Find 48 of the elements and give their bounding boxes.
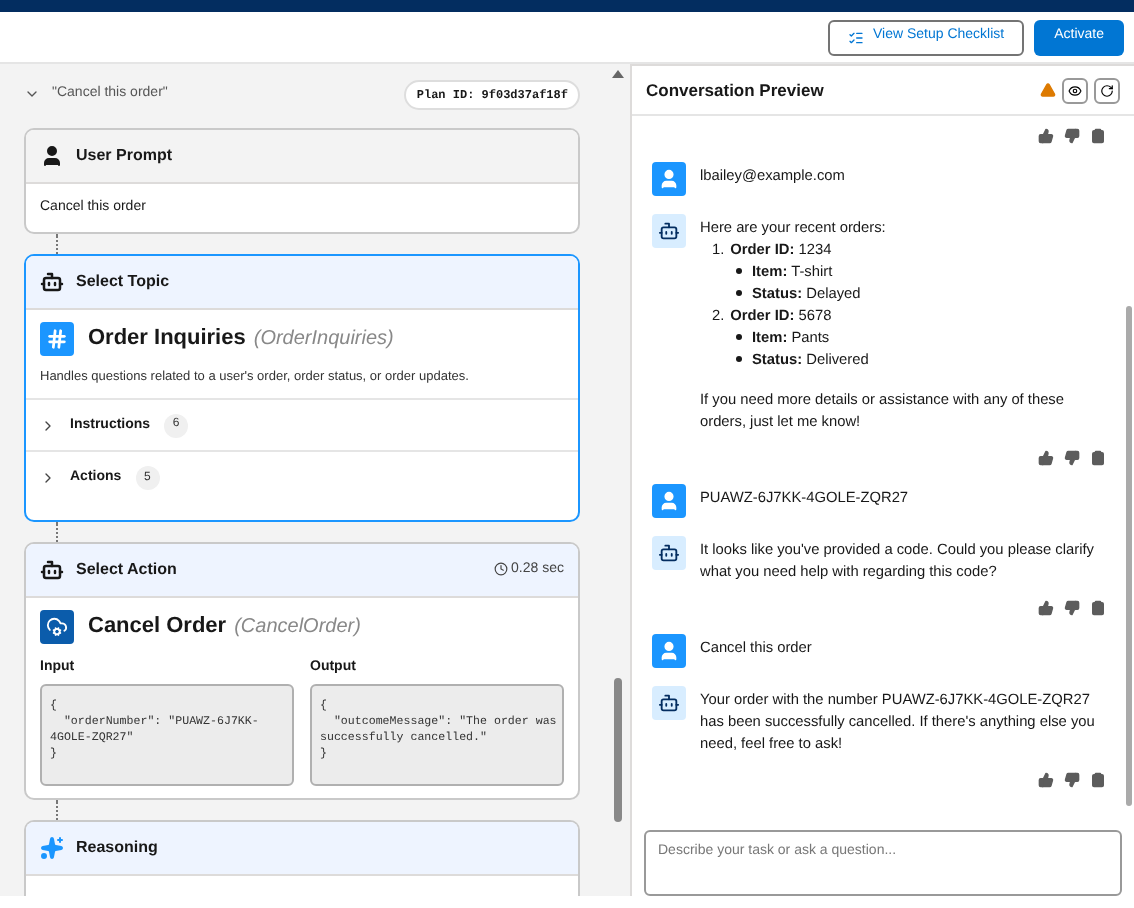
collapse-toggle[interactable] [24, 86, 40, 102]
action-api-name: (CancelOrder) [234, 613, 361, 642]
chevron-icon [40, 470, 56, 487]
panel-title: Conversation Preview [646, 77, 824, 103]
bot-icon [40, 557, 64, 582]
refresh-button[interactable] [1094, 77, 1120, 103]
user-avatar [652, 484, 686, 518]
bot-avatar [652, 536, 686, 570]
bullet-icon [736, 290, 742, 296]
thumbs-down-icon[interactable] [1064, 128, 1080, 144]
card-title: Select Topic [76, 269, 170, 294]
bot-avatar [652, 214, 686, 248]
bot-avatar [652, 686, 686, 720]
scrollbar-thumb [613, 678, 621, 822]
user-avatar [652, 162, 686, 196]
thumbs-up-icon[interactable] [1038, 772, 1054, 788]
card-title: Select Action [76, 557, 177, 582]
card-title: User Prompt [76, 144, 173, 168]
bullet-icon [736, 268, 742, 274]
bullet-icon [736, 356, 742, 362]
clipboard-icon[interactable] [1090, 128, 1106, 144]
thumbs-up-icon[interactable] [1038, 450, 1054, 466]
thumbs-down-icon[interactable] [1064, 772, 1080, 788]
clock-icon [493, 562, 508, 577]
clipboard-icon[interactable] [1090, 772, 1106, 788]
bot-icon [40, 269, 64, 294]
thumbs-down-icon[interactable] [1064, 600, 1080, 616]
hash-icon [40, 321, 74, 356]
card-title: Reasoning [76, 835, 158, 860]
thumbs-down-icon[interactable] [1064, 450, 1080, 466]
action-name: Cancel Order [88, 612, 227, 643]
eye-icon [1068, 83, 1082, 97]
clipboard-icon[interactable] [1090, 600, 1106, 616]
refresh-icon [1100, 83, 1114, 97]
chevron-icon [24, 86, 40, 102]
cloud-icon [40, 609, 74, 644]
bullet-icon [736, 334, 742, 340]
topic-api-name: (OrderInquiries) [253, 325, 394, 354]
eye-button[interactable] [1062, 77, 1088, 103]
clipboard-icon[interactable] [1090, 450, 1106, 466]
user-avatar [652, 634, 686, 668]
checklist-icon [848, 29, 865, 45]
chevron-icon [40, 417, 56, 434]
sparkle-icon [40, 835, 64, 860]
topic-name: Order Inquiries [88, 323, 246, 354]
person-icon [40, 144, 64, 168]
thumbs-up-icon[interactable] [1038, 128, 1054, 144]
thumbs-up-icon[interactable] [1038, 600, 1054, 616]
